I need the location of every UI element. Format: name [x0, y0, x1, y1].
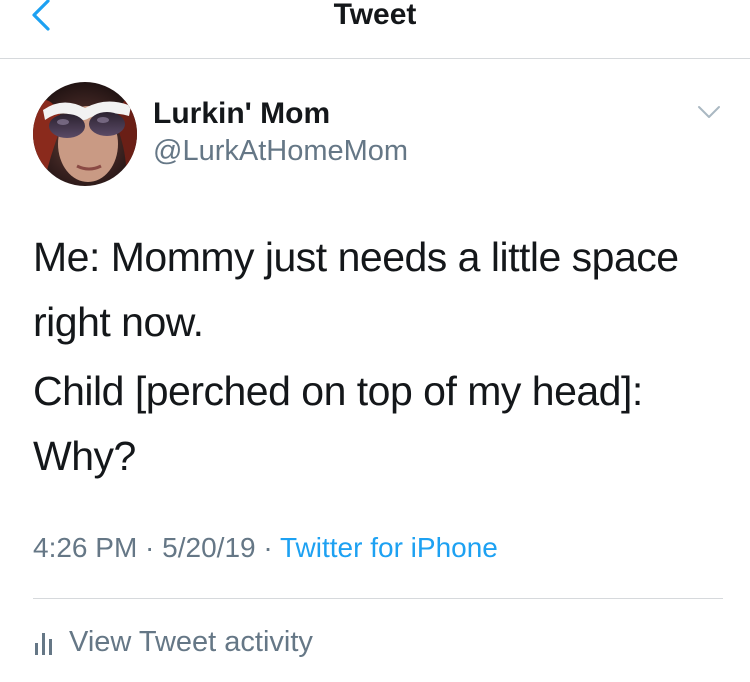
more-options-button[interactable]: [696, 104, 722, 124]
tweet-time: 4:26 PM: [33, 532, 138, 563]
profile-photo: [33, 82, 137, 186]
tweet-date: 5/20/19: [162, 532, 256, 563]
tweet-meta: 4:26 PM · 5/20/19 · Twitter for iPhone: [33, 530, 498, 566]
meta-separator: ·: [137, 532, 163, 563]
author-handle[interactable]: @LurkAtHomeMom: [153, 134, 408, 168]
avatar[interactable]: [33, 82, 137, 186]
tweet-source-link[interactable]: Twitter for iPhone: [280, 532, 498, 563]
tweet-paragraph: Me: Mommy just needs a little space righ…: [33, 234, 679, 345]
nav-bar: Tweet: [0, 0, 750, 59]
chevron-down-icon: [697, 105, 721, 124]
divider: [33, 598, 723, 599]
view-tweet-activity-button[interactable]: View Tweet activity: [33, 622, 313, 662]
author-display-name[interactable]: Lurkin' Mom: [153, 97, 330, 131]
tweet-text: Me: Mommy just needs a little space righ…: [33, 225, 723, 489]
meta-separator: ·: [255, 532, 280, 563]
bar-chart-icon: [33, 629, 55, 655]
view-tweet-activity-label: View Tweet activity: [69, 626, 313, 658]
page-title: Tweet: [333, 0, 417, 31]
tweet-paragraph: Child [perched on top of my head]: Why?: [33, 368, 643, 479]
